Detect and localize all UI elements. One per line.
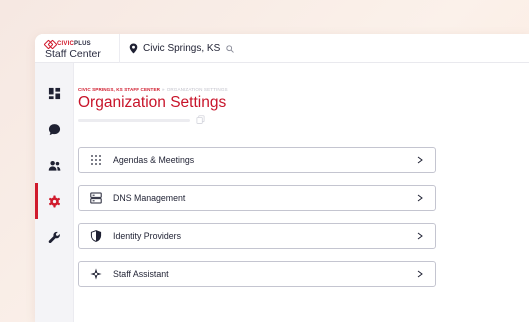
copy-icon[interactable] (196, 115, 205, 124)
wrench-icon (48, 231, 60, 243)
settings-item-label: DNS Management (113, 193, 186, 203)
settings-item-identity-providers[interactable]: Identity Providers (78, 223, 436, 249)
page-title: Organization Settings (78, 94, 227, 111)
logo-wordmark: CIVICPLUS (45, 40, 101, 47)
users-icon (48, 160, 61, 171)
topbar-divider (119, 34, 120, 63)
chevron-right-icon (417, 156, 423, 164)
settings-item-label: Identity Providers (113, 231, 181, 241)
sidebar-item-users[interactable] (35, 147, 74, 183)
progress-bar (78, 119, 190, 122)
chevron-right-icon (417, 232, 423, 240)
sidebar-item-tools[interactable] (35, 219, 74, 255)
chat-bubble-icon (48, 123, 61, 135)
civicplus-logo[interactable]: CIVICPLUS Staff Center (45, 40, 101, 61)
product-name: Staff Center (45, 48, 101, 60)
sidebar-item-settings[interactable] (35, 183, 74, 219)
settings-item-agendas-meetings[interactable]: Agendas & Meetings (78, 147, 436, 173)
sparkle-icon (90, 268, 102, 280)
logo-brand-text: CIVICPLUS (57, 41, 91, 47)
settings-item-label: Staff Assistant (113, 269, 169, 279)
location-name: Civic Springs, KS (143, 43, 221, 54)
top-bar: CIVICPLUS Staff Center Civic Springs, KS (35, 34, 529, 63)
civicplus-mark-icon (45, 41, 54, 46)
gear-icon (49, 195, 60, 207)
settings-item-staff-assistant[interactable]: Staff Assistant (78, 261, 436, 287)
shield-icon (90, 230, 102, 242)
breadcrumb: CIVIC SPRINGS, KS STAFF CENTER» ORGANIZAT… (78, 87, 228, 92)
logo-suffix: PLUS (74, 40, 91, 47)
location-selector[interactable]: Civic Springs, KS (129, 43, 234, 54)
breadcrumb-current: ORGANIZATION SETTINGS (166, 87, 228, 92)
sidebar-item-dashboard[interactable] (35, 75, 74, 111)
breadcrumb-separator: » (162, 87, 165, 92)
sidebar (35, 63, 74, 322)
chevron-right-icon (417, 194, 423, 202)
breadcrumb-root-link[interactable]: CIVIC SPRINGS, KS STAFF CENTER (78, 87, 160, 92)
logo-prefix: CIVIC (57, 40, 75, 47)
chevron-right-icon (417, 270, 423, 278)
dot-grid-icon (91, 155, 101, 165)
app-window: CIVICPLUS Staff Center Civic Springs, KS (35, 34, 529, 322)
server-icon (90, 192, 102, 204)
sidebar-item-messages[interactable] (35, 111, 74, 147)
settings-item-label: Agendas & Meetings (113, 155, 195, 165)
settings-item-dns-management[interactable]: DNS Management (78, 185, 436, 211)
dashboard-icon (48, 87, 61, 99)
search-icon[interactable] (226, 44, 234, 53)
map-pin-icon (129, 43, 138, 54)
